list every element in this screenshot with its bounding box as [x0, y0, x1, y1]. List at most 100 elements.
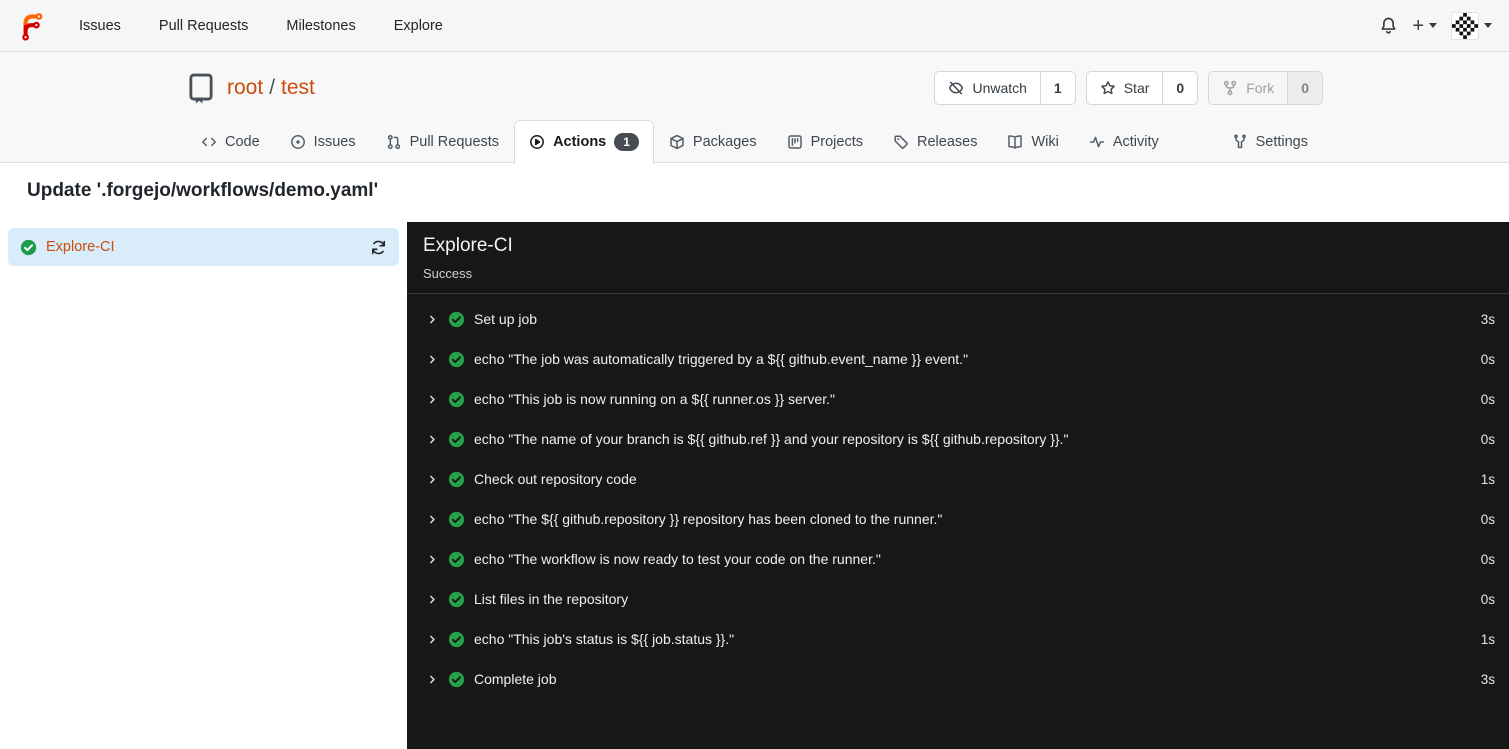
step-duration: 0s	[1480, 511, 1495, 527]
package-icon	[670, 134, 684, 149]
step-duration: 0s	[1480, 351, 1495, 367]
tab-actions[interactable]: Actions 1	[514, 120, 654, 164]
tab-label: Pull Requests	[409, 133, 500, 150]
step-row[interactable]: echo "The job was automatically triggere…	[407, 339, 1509, 379]
chevron-down-icon	[1484, 23, 1492, 28]
star-label: Star	[1123, 79, 1150, 96]
step-name: Check out repository code	[474, 471, 637, 487]
avatar	[1451, 11, 1479, 40]
step-row[interactable]: echo "This job is now running on a ${{ r…	[407, 379, 1509, 419]
sidebar-job-label: Explore-CI	[46, 239, 115, 255]
success-check-icon	[448, 431, 465, 447]
chevron-right-icon[interactable]	[426, 553, 439, 566]
success-check-icon	[448, 351, 465, 367]
fork-icon	[1224, 80, 1237, 95]
eye-off-icon	[949, 81, 964, 94]
step-duration: 0s	[1480, 391, 1495, 407]
step-name: echo "The ${{ github.repository }} repos…	[474, 511, 943, 527]
pulse-icon	[1089, 136, 1104, 147]
tab-activity[interactable]: Activity	[1074, 120, 1174, 163]
forgejo-logo-icon[interactable]	[17, 9, 48, 43]
tab-code[interactable]: Code	[186, 120, 275, 163]
tools-icon	[1233, 134, 1246, 148]
step-name: echo "The workflow is now ready to test …	[474, 551, 881, 567]
navbar-link-explore[interactable]: Explore	[394, 18, 443, 34]
repo-breadcrumb: root / test	[227, 76, 315, 100]
chevron-icon	[430, 555, 435, 563]
chevron-right-icon[interactable]	[426, 633, 439, 646]
navbar-link-milestones[interactable]: Milestones	[286, 18, 355, 34]
star-button-group: Star 0	[1085, 70, 1199, 105]
chevron-icon	[430, 595, 435, 603]
chevron-right-icon[interactable]	[426, 313, 439, 326]
tab-projects[interactable]: Projects	[772, 120, 878, 163]
tab-label: Issues	[313, 133, 356, 150]
tab-label: Releases	[917, 133, 978, 150]
notifications-bell-icon[interactable]	[1379, 16, 1398, 35]
star-button[interactable]: Star	[1087, 72, 1163, 104]
success-check-icon	[448, 391, 465, 407]
step-row[interactable]: List files in the repository 0s	[407, 579, 1509, 619]
step-name: Set up job	[474, 311, 538, 327]
tab-label: Actions	[553, 134, 607, 150]
chevron-right-icon[interactable]	[426, 353, 439, 366]
chevron-right-icon[interactable]	[426, 513, 439, 526]
repo-icon	[186, 72, 216, 104]
unwatch-count[interactable]: 1	[1039, 71, 1075, 104]
step-row[interactable]: echo "This job's status is ${{ job.statu…	[407, 619, 1509, 659]
success-check-icon	[20, 239, 37, 255]
navbar-links: Issues Pull Requests Milestones Explore	[79, 18, 443, 34]
tab-pull-requests[interactable]: Pull Requests	[371, 120, 514, 163]
chevron-icon	[430, 635, 435, 643]
chevron-icon	[430, 675, 435, 683]
success-check-icon	[448, 471, 465, 487]
star-count[interactable]: 0	[1162, 71, 1197, 104]
tab-issues[interactable]: Issues	[275, 120, 371, 163]
tab-label: Activity	[1112, 133, 1159, 150]
step-row[interactable]: echo "The name of your branch is ${{ git…	[407, 419, 1509, 459]
step-row[interactable]: Check out repository code 1s	[407, 459, 1509, 499]
success-check-icon	[448, 511, 465, 527]
tab-label: Settings	[1255, 133, 1308, 150]
unwatch-button[interactable]: Unwatch	[935, 72, 1039, 104]
step-name: echo "This job is now running on a ${{ r…	[474, 391, 835, 407]
tab-packages[interactable]: Packages	[654, 120, 772, 163]
step-duration: 0s	[1480, 431, 1495, 447]
tab-releases[interactable]: Releases	[878, 120, 992, 163]
fork-label: Fork	[1246, 79, 1275, 96]
chevron-down-icon	[1429, 23, 1437, 28]
unwatch-button-group: Unwatch 1	[934, 70, 1076, 105]
navbar-link-pull-requests[interactable]: Pull Requests	[159, 18, 248, 34]
pr-icon	[387, 134, 400, 149]
repo-tabs: Code Issues Pull Requests Actions 1 Packages P…	[186, 120, 1323, 164]
tab-wiki[interactable]: Wiki	[992, 120, 1073, 163]
step-row[interactable]: Complete job 3s	[407, 659, 1509, 699]
step-name: Complete job	[474, 671, 557, 687]
step-row[interactable]: echo "The ${{ github.repository }} repos…	[407, 499, 1509, 539]
step-row[interactable]: echo "The workflow is now ready to test …	[407, 539, 1509, 579]
user-menu[interactable]	[1451, 11, 1492, 40]
create-new-menu[interactable]: +	[1412, 16, 1437, 36]
chevron-right-icon[interactable]	[426, 673, 439, 686]
chevron-icon	[430, 475, 435, 483]
workflow-run-title: Update '.forgejo/workflows/demo.yaml'	[0, 163, 1509, 222]
rerun-sync-icon[interactable]	[370, 239, 387, 256]
chevron-right-icon[interactable]	[426, 593, 439, 606]
top-navbar: Issues Pull Requests Milestones Explore +	[0, 0, 1509, 52]
repo-owner-link[interactable]: root	[227, 76, 263, 99]
breadcrumb-separator: /	[269, 75, 276, 99]
tag-icon	[894, 134, 908, 149]
success-check-icon	[448, 591, 465, 607]
navbar-link-issues[interactable]: Issues	[79, 18, 121, 34]
chevron-right-icon[interactable]	[426, 393, 439, 406]
tab-settings[interactable]: Settings	[1217, 120, 1323, 163]
step-duration: 1s	[1480, 471, 1495, 487]
job-log-panel: Explore-CI Success Set up job 3s echo "The…	[407, 222, 1509, 749]
step-row[interactable]: Set up job 3s	[407, 299, 1509, 339]
fork-button-group: Fork 0	[1208, 70, 1323, 105]
step-duration: 3s	[1480, 311, 1495, 327]
repo-name-link[interactable]: test	[281, 76, 315, 99]
sidebar-job-explore-ci[interactable]: Explore-CI	[8, 228, 399, 266]
chevron-right-icon[interactable]	[426, 433, 439, 446]
chevron-right-icon[interactable]	[426, 473, 439, 486]
